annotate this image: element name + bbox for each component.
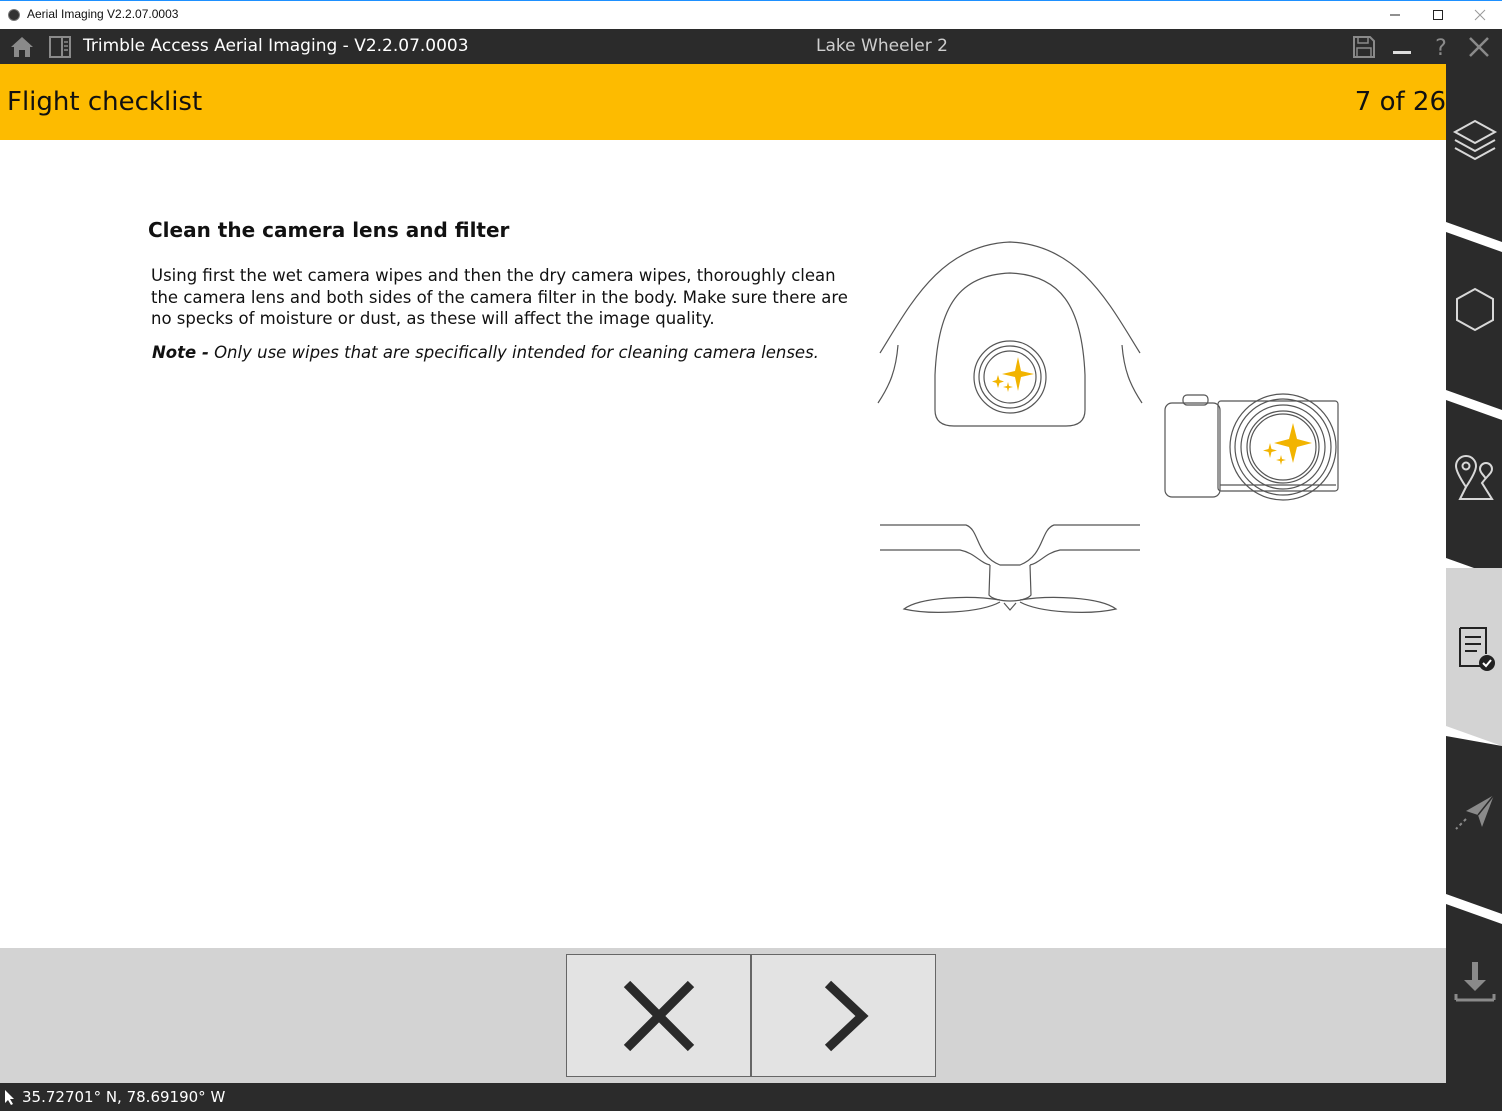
camera-drawing — [1164, 393, 1339, 501]
next-button[interactable] — [751, 954, 936, 1077]
window-titlebar: Aerial Imaging V2.2.07.0003 — [0, 0, 1502, 29]
step-counter: 7 of 26 — [1354, 87, 1446, 117]
page-title: Flight checklist — [7, 87, 203, 117]
step-title: Clean the camera lens and filter — [148, 218, 510, 242]
tab-flight-plan[interactable] — [1446, 400, 1502, 578]
footer-nav — [0, 948, 1446, 1083]
minimize-icon — [1390, 14, 1400, 16]
drone-side-drawing — [880, 524, 1140, 613]
app-bar: Trimble Access Aerial Imaging - V2.2.07.… — [0, 29, 1502, 64]
project-name: Lake Wheeler 2 — [816, 36, 948, 56]
right-sidebar — [1446, 64, 1502, 1084]
drone-camera-illustration — [877, 241, 1339, 613]
download-icon — [1454, 962, 1496, 1002]
cancel-button[interactable] — [566, 954, 751, 1077]
location-route-icon — [1454, 455, 1494, 500]
tab-area[interactable] — [1446, 232, 1502, 410]
sparkle-icon — [1263, 423, 1312, 465]
window-close-button[interactable] — [1460, 3, 1500, 27]
step-instructions: Using first the wet camera wipes and the… — [151, 266, 848, 328]
tab-layers[interactable] — [1446, 64, 1502, 242]
minimize-icon[interactable] — [1389, 34, 1415, 60]
window-maximize-button[interactable] — [1418, 3, 1458, 27]
sparkle-icon — [992, 357, 1034, 392]
cursor-coordinates: 35.72701° N, 78.69190° W — [22, 1088, 226, 1106]
tab-checklist[interactable] — [1446, 568, 1502, 746]
step-note: Note - Only use wipes that are specifica… — [152, 343, 819, 362]
panel-icon[interactable] — [47, 34, 73, 60]
save-icon[interactable] — [1351, 34, 1377, 60]
checklist-step: Clean the camera lens and filter Using f… — [0, 140, 1446, 948]
page-header: Flight checklist 7 of 26 — [0, 64, 1446, 140]
close-icon[interactable] — [1466, 34, 1492, 60]
cancel-icon — [623, 980, 694, 1051]
window-minimize-button[interactable] — [1375, 3, 1415, 27]
note-text: Only use wipes that are specifically int… — [208, 343, 819, 362]
send-plane-icon — [1455, 794, 1495, 830]
help-icon[interactable]: ? — [1428, 34, 1454, 60]
layers-icon — [1452, 119, 1498, 161]
checklist-icon — [1459, 627, 1495, 671]
window-title: Aerial Imaging V2.2.07.0003 — [27, 7, 179, 21]
drone-body-drawing — [877, 241, 1143, 427]
svg-text:?: ? — [1435, 36, 1447, 60]
maximize-icon — [1433, 10, 1443, 20]
note-label: Note - — [152, 343, 209, 362]
status-bar: 35.72701° N, 78.69190° W — [0, 1083, 1502, 1111]
home-icon[interactable] — [9, 34, 35, 60]
cursor-icon — [5, 1090, 14, 1105]
app-title: Trimble Access Aerial Imaging - V2.2.07.… — [83, 36, 469, 56]
tab-send[interactable] — [1446, 736, 1502, 914]
close-icon — [1474, 9, 1486, 21]
next-icon — [824, 980, 869, 1051]
hexagon-icon — [1456, 287, 1494, 332]
app-icon — [8, 9, 20, 21]
tab-download[interactable] — [1446, 904, 1502, 1084]
